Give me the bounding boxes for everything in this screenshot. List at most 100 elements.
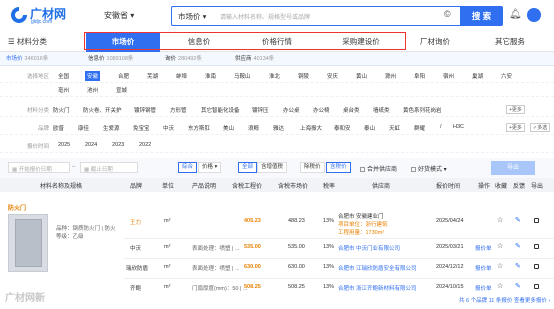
camera-icon[interactable]: ©	[444, 9, 451, 19]
subtab-info[interactable]: 信息价 1089108条	[88, 54, 133, 62]
category-option[interactable]: 方形管	[170, 106, 187, 114]
nav-procurement-price[interactable]: 采购建设价	[318, 32, 404, 52]
col-header[interactable]: 含税工程价	[232, 181, 262, 190]
region-option[interactable]: 淮南	[205, 72, 216, 80]
sort-price-button[interactable]: 价格 ▾	[198, 162, 222, 173]
search-category-select[interactable]: 市场价 ▾	[178, 11, 206, 22]
region-option[interactable]: 安庆	[327, 72, 338, 80]
logo-icon[interactable]	[10, 6, 28, 24]
region-option[interactable]: 淮北	[269, 72, 280, 80]
nav-factory-inquiry[interactable]: 厂材询价	[405, 32, 465, 52]
supplier-cell[interactable]: 合肥市 江瑞欣防盾安全有限公司	[338, 264, 417, 272]
brand-cell[interactable]: 王力	[130, 218, 141, 226]
brand-multiselect-button[interactable]: ✓多选	[530, 123, 551, 132]
search-button[interactable]: 搜 索	[460, 6, 503, 26]
brand-option[interactable]: 浪鲸	[248, 124, 259, 132]
brand-option[interactable]: 东方斯肛	[188, 124, 210, 132]
tax-price-button[interactable]: 含税价	[326, 162, 351, 173]
brand-option[interactable]: 康佳	[78, 124, 89, 132]
region-option[interactable]: 蚌埠	[176, 72, 187, 80]
region-option[interactable]: 马鞍山	[234, 72, 251, 80]
region-option[interactable]: 滁州	[385, 72, 396, 80]
brand-cell[interactable]: 齐鲍	[130, 284, 141, 292]
export-checkbox[interactable]	[534, 284, 539, 291]
sort-combined-button[interactable]: 综合	[178, 162, 198, 173]
region-option[interactable]: 池州	[87, 86, 98, 94]
brand-option[interactable]: 上海振大	[300, 124, 322, 132]
materials-menu[interactable]: ☰ 材料分类	[8, 32, 53, 52]
nav-info-price[interactable]: 信息价	[162, 32, 236, 52]
category-option[interactable]: 墙纸类	[373, 106, 390, 114]
year-option[interactable]: 2024	[85, 142, 97, 148]
supplier-cell[interactable]: 合肥市 中沃门业有限公司	[338, 244, 400, 252]
category-option[interactable]: 其它智能化设备	[201, 106, 240, 114]
supplier-cell[interactable]: 合肥市 安徽建业门	[338, 212, 384, 220]
category-option[interactable]: 办公桌	[283, 106, 300, 114]
brand-more-button[interactable]: +更多	[506, 123, 525, 132]
export-checkbox[interactable]	[534, 218, 539, 225]
region-option[interactable]: 宣城	[116, 86, 127, 94]
brand-option[interactable]: 群耀	[414, 124, 425, 132]
favorite-star-icon[interactable]: ☆	[497, 216, 503, 224]
region-option[interactable]: 铜陵	[298, 72, 309, 80]
subtab-inquiry[interactable]: 询价 280492条	[165, 54, 202, 62]
region-option[interactable]: 巢湖	[472, 72, 483, 80]
category-option[interactable]: 防火卷、开关护	[83, 106, 122, 114]
category-option[interactable]: 办公椅	[313, 106, 330, 114]
region-option[interactable]: 合肥	[118, 72, 129, 80]
bell-icon[interactable]: 🔔︎	[509, 9, 522, 20]
feedback-edit-icon[interactable]: ✎	[515, 282, 521, 290]
brand-option[interactable]: 雅达	[273, 124, 284, 132]
region-option[interactable]: 亳州	[58, 86, 69, 94]
date-end-input[interactable]: ▦ 截止日期	[80, 162, 138, 173]
category-more-button[interactable]: +更多	[506, 105, 525, 114]
region-option[interactable]: 安徽	[85, 71, 101, 81]
region-option[interactable]: 黄山	[356, 72, 367, 80]
category-option[interactable]: 镀锌钢管	[134, 106, 156, 114]
brand-option[interactable]: 天虹	[389, 124, 400, 132]
feedback-edit-icon[interactable]: ✎	[515, 262, 521, 270]
brand-option[interactable]: /	[440, 124, 442, 130]
feedback-edit-icon[interactable]: ✎	[515, 242, 521, 250]
brand-option[interactable]: 中沃	[163, 124, 174, 132]
search-input[interactable]: 请输入材料名称、规格型号或品牌	[220, 12, 310, 21]
favorite-star-icon[interactable]: ☆	[497, 242, 503, 250]
subtab-supplier[interactable]: 供应商 40134条	[235, 54, 274, 62]
year-option[interactable]: 2025	[58, 142, 70, 148]
category-option[interactable]: 防火门	[53, 106, 70, 114]
feedback-edit-icon[interactable]: ✎	[515, 216, 521, 224]
brand-option[interactable]: 泰和安	[334, 124, 351, 132]
region-option[interactable]: 宿州	[443, 72, 454, 80]
brand-option[interactable]: 美山	[223, 124, 234, 132]
search-box[interactable]: 市场价 ▾ 请输入材料名称、规格型号或品牌 ©	[171, 6, 464, 26]
nav-market-price[interactable]: 市场价	[86, 32, 160, 52]
favorite-star-icon[interactable]: ☆	[497, 282, 503, 290]
favorite-star-icon[interactable]: ☆	[497, 262, 503, 270]
subtab-market[interactable]: 市场价 346016条	[6, 54, 48, 62]
region-option[interactable]: 全国	[58, 72, 69, 80]
brand-option[interactable]: 欧普	[53, 124, 64, 132]
view-more-quotes-link[interactable]: 共 6 个品牌 11 条报价 查看更多报价 ›	[459, 296, 550, 304]
region-option[interactable]: 阜阳	[414, 72, 425, 80]
nav-price-trend[interactable]: 价格行情	[240, 32, 314, 52]
brand-cell[interactable]: 瑞欣防盾	[126, 264, 148, 272]
category-option[interactable]: 镀锌压	[252, 106, 269, 114]
tax-all-button[interactable]: 全部	[238, 162, 258, 173]
quote-sheet-link[interactable]: 报价单	[475, 244, 492, 252]
export-checkbox[interactable]	[534, 244, 539, 251]
quote-sheet-link[interactable]: 报价单	[475, 284, 492, 292]
brand-option[interactable]: H3C	[453, 124, 464, 130]
export-button[interactable]: 导出	[491, 161, 535, 175]
brand-option[interactable]: 泰山	[364, 124, 375, 132]
region-selector[interactable]: 安徽省 ▾	[104, 10, 134, 21]
merge-supplier-checkbox[interactable]: 合并供应商	[360, 164, 397, 173]
category-option[interactable]: 桌台类	[343, 106, 360, 114]
good-goods-mode-toggle[interactable]: 好货模式 ▾	[411, 164, 447, 173]
avatar[interactable]	[527, 8, 541, 22]
year-option[interactable]: 2022	[139, 142, 151, 148]
year-option[interactable]: 2023	[112, 142, 124, 148]
product-category-title[interactable]: 防火门	[8, 203, 26, 212]
region-option[interactable]: 六安	[501, 72, 512, 80]
tax-included-button[interactable]: 含增值税	[257, 162, 288, 173]
brand-cell[interactable]: 中沃	[130, 244, 141, 252]
